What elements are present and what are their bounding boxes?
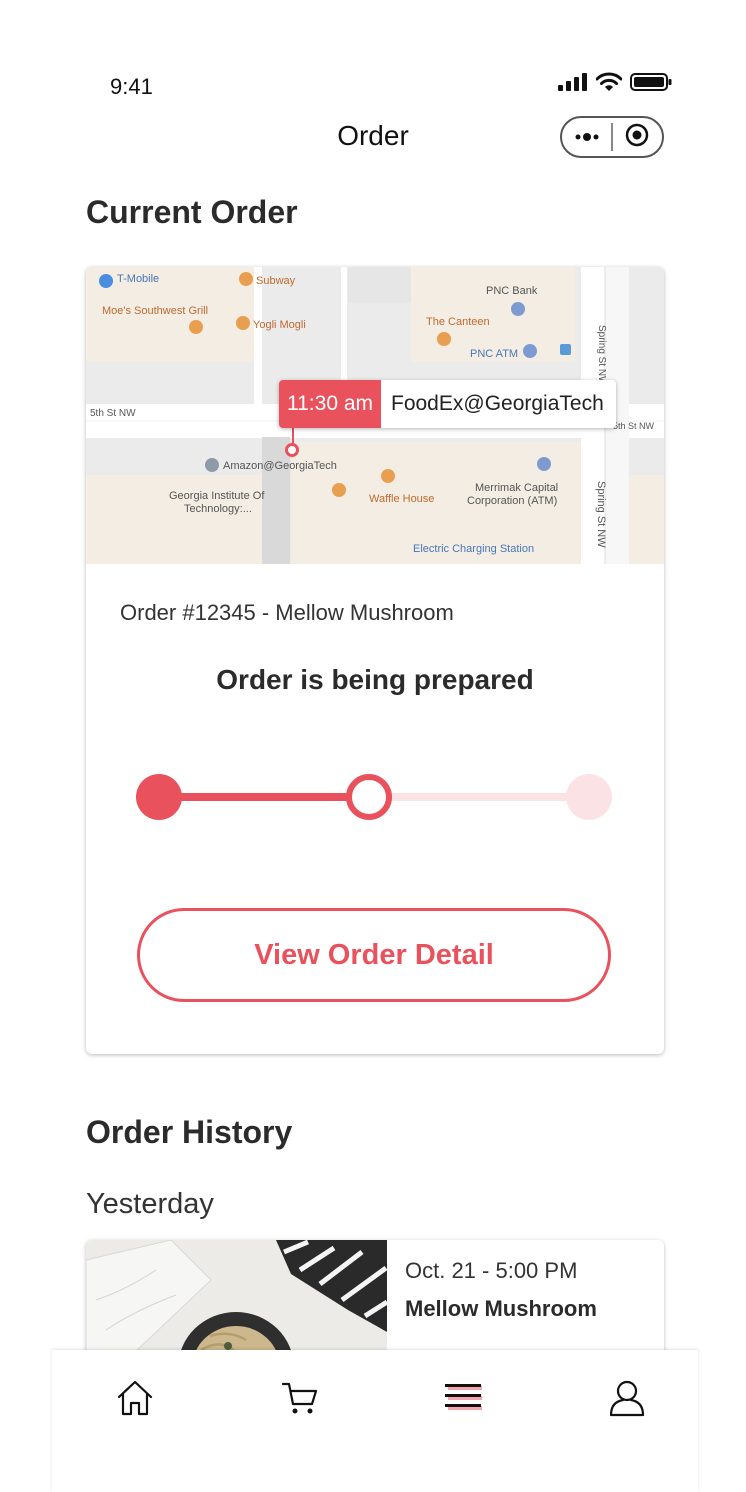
tab-orders[interactable] <box>444 1380 484 1420</box>
target-icon <box>625 123 649 152</box>
map-label-tmobile: T-Mobile <box>117 273 160 285</box>
map-label-merrimak-2: Corporation (ATM) <box>467 495 558 507</box>
close-miniapp-button[interactable] <box>613 118 662 156</box>
wifi-icon <box>595 72 623 97</box>
pickup-pin <box>285 443 299 457</box>
history-order-restaurant: Mellow Mushroom <box>405 1296 597 1321</box>
map-label-merrimak-1: Merrimak Capital <box>475 482 559 494</box>
more-button[interactable] <box>562 118 611 156</box>
history-day-label: Yesterday <box>86 1188 214 1220</box>
progress-step-preparing <box>346 774 392 820</box>
map-label-moes: Moe's Southwest Grill <box>102 305 209 317</box>
status-time: 9:41 <box>110 74 153 99</box>
map-label-git-1: Georgia Institute Of <box>169 490 265 502</box>
map-label-canteen: The Canteen <box>426 316 490 328</box>
home-icon <box>116 1379 154 1422</box>
battery-icon <box>630 72 672 97</box>
tab-cart[interactable] <box>280 1380 320 1420</box>
order-number: Order #12345 - Mellow Mushroom <box>120 600 454 625</box>
pickup-time: 11:30 am <box>279 380 381 428</box>
map-label-5th-st-right: 5th St NW <box>613 421 655 431</box>
list-icon <box>445 1383 483 1418</box>
mini-program-capsule <box>560 116 664 158</box>
current-order-card: T-Mobile Subway Moe's Southwest Grill Yo… <box>86 267 664 1054</box>
signal-icon <box>558 72 588 97</box>
cart-icon <box>281 1379 319 1422</box>
map-label-5th-st: 5th St NW <box>90 408 136 419</box>
profile-icon <box>608 1379 646 1422</box>
progress-fill <box>159 793 369 801</box>
progress-step-ordered <box>136 774 182 820</box>
view-order-detail-button[interactable]: View Order Detail <box>137 908 611 1002</box>
more-dots-icon <box>574 128 600 146</box>
status-icons <box>558 72 672 97</box>
map-label-charging: Electric Charging Station <box>413 543 535 555</box>
map-label-subway: Subway <box>256 275 296 287</box>
order-status: Order is being prepared <box>216 664 534 695</box>
pickup-callout: 11:30 am FoodEx@GeorgiaTech <box>279 380 616 428</box>
current-order-title: Current Order <box>86 194 298 230</box>
tab-home[interactable] <box>115 1380 155 1420</box>
map-label-spring-st-top: Spring St NW <box>596 325 607 386</box>
map-label-git-2: Technology:... <box>184 503 252 515</box>
history-order-datetime: Oct. 21 - 5:00 PM <box>405 1258 578 1283</box>
tab-profile[interactable] <box>607 1380 647 1420</box>
map-label-amazon: Amazon@GeorgiaTech <box>223 460 337 472</box>
map-label-spring-st: Spring St NW <box>595 481 607 548</box>
order-history-title: Order History <box>86 1114 293 1150</box>
tab-bar <box>52 1350 698 1492</box>
order-map[interactable]: T-Mobile Subway Moe's Southwest Grill Yo… <box>86 267 664 564</box>
pickup-location: FoodEx@GeorgiaTech <box>381 380 616 428</box>
map-label-pnc-bank: PNC Bank <box>486 285 538 297</box>
map-label-waffle: Waffle House <box>369 493 435 505</box>
map-label-pnc-atm: PNC ATM <box>470 348 519 360</box>
progress-step-ready <box>566 774 612 820</box>
map-label-yogli: Yogli Mogli <box>253 319 306 331</box>
